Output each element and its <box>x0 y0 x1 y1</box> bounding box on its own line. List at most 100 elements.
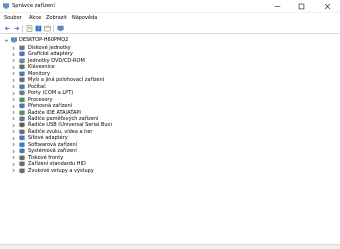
tree-item[interactable]: Monitory <box>0 71 340 77</box>
status-bar <box>0 244 340 249</box>
toolbar-separator <box>22 25 23 32</box>
sound-icon <box>19 129 25 135</box>
tree-item-label: Softwarová zařízení <box>28 141 78 148</box>
chevron-right-icon[interactable] <box>11 162 16 167</box>
tree-item[interactable]: Softwarová zařízení <box>0 142 340 148</box>
printer-icon <box>19 155 25 160</box>
mouse-icon <box>19 78 25 83</box>
tree-item[interactable]: Řadiče USB (Universal Serial Bus) <box>0 122 340 128</box>
tree-item-label: Zařízení standardu HID <box>28 161 86 168</box>
audio-io-icon <box>19 168 25 173</box>
tree-item-label: Přenosná zařízení <box>28 103 72 110</box>
disk-drive-icon <box>19 45 25 51</box>
tree-item-label: Řadiče zvuku, videa a her <box>28 128 93 135</box>
tree-item-label: Síťové adaptéry <box>28 135 68 142</box>
device-manager-icon <box>3 3 9 9</box>
tree-item[interactable]: Grafické adaptéry <box>0 51 340 57</box>
computer-icon <box>19 84 25 89</box>
chevron-right-icon[interactable] <box>11 84 16 89</box>
view-icon <box>43 25 51 32</box>
tree-item[interactable]: Systémová zařízení <box>0 148 340 154</box>
chevron-right-icon[interactable] <box>11 123 16 128</box>
chevron-right-icon[interactable] <box>11 71 16 76</box>
tree-item[interactable]: Jednotky DVD/CD-ROM <box>0 58 340 64</box>
scan-hardware-button[interactable] <box>56 25 64 32</box>
hid-icon <box>19 161 25 167</box>
chevron-right-icon[interactable] <box>11 168 16 173</box>
tree-item-label: Řadiče IDE ATA/ATAPI <box>28 109 81 116</box>
tree-item[interactable]: Řadiče zvuku, videa a her <box>0 129 340 135</box>
chevron-right-icon[interactable] <box>11 129 16 134</box>
chevron-down-icon[interactable] <box>4 38 9 43</box>
properties-button[interactable] <box>25 25 33 32</box>
menu-akce[interactable]: Akce <box>29 15 41 21</box>
tree-item-label: Systémová zařízení <box>28 148 77 155</box>
chevron-right-icon[interactable] <box>11 136 16 141</box>
tree-item-label: Zvukové vstupy a výstupy <box>28 167 94 174</box>
tree-item[interactable]: Klávesnice <box>0 64 340 70</box>
chevron-right-icon[interactable] <box>11 149 16 154</box>
processor-icon <box>19 97 25 102</box>
menu-soubor[interactable]: Soubor <box>4 15 22 21</box>
port-icon <box>19 90 25 96</box>
maximize-icon <box>298 3 304 9</box>
device-tree: DESKTOP-H60PMQ2 Diskové jednotky Grafické… <box>0 35 340 247</box>
forward-button[interactable] <box>12 25 20 32</box>
back-icon <box>4 26 10 31</box>
portable-device-icon <box>19 103 25 109</box>
chevron-right-icon[interactable] <box>11 46 16 51</box>
tree-item-label: Jednotky DVD/CD-ROM <box>28 57 85 64</box>
chevron-right-icon[interactable] <box>11 155 16 160</box>
keyboard-icon <box>19 65 25 70</box>
menu-bar: Soubor Akce Zobrazit Nápověda <box>0 13 340 23</box>
chevron-right-icon[interactable] <box>11 65 16 70</box>
tree-item[interactable]: Řadiče IDE ATA/ATAPI <box>0 110 340 116</box>
monitor-icon <box>56 25 64 32</box>
menu-napoveda[interactable]: Nápověda <box>72 15 97 21</box>
tree-item-label: Počítač <box>28 83 46 90</box>
help-button[interactable]: ? <box>34 25 42 32</box>
chevron-right-icon[interactable] <box>11 116 16 121</box>
chevron-right-icon[interactable] <box>11 78 16 83</box>
svg-text:?: ? <box>37 26 40 32</box>
tree-item-label: Klávesnice <box>28 64 55 71</box>
close-icon <box>324 3 330 9</box>
tree-item[interactable]: Přenosná zařízení <box>0 103 340 109</box>
close-button[interactable] <box>318 0 336 12</box>
tree-item-label: Tiskové fronty <box>28 154 64 161</box>
tree-item-label: Porty (COM a LPT) <box>28 90 74 97</box>
chevron-right-icon[interactable] <box>11 91 16 96</box>
chevron-right-icon[interactable] <box>11 97 16 102</box>
tree-item-label: Procesory <box>28 96 53 103</box>
back-button[interactable] <box>3 25 11 32</box>
forward-icon <box>13 26 19 31</box>
tree-item[interactable]: Počítač <box>0 84 340 90</box>
tree-item[interactable]: Myši a jiná polohovací zařízení <box>0 77 340 83</box>
software-device-icon <box>19 142 25 147</box>
minimize-button[interactable] <box>268 0 286 12</box>
chevron-right-icon[interactable] <box>11 58 16 63</box>
chevron-right-icon[interactable] <box>11 52 16 57</box>
chevron-right-icon[interactable] <box>11 110 16 115</box>
maximize-button[interactable] <box>292 0 310 12</box>
tree-item[interactable]: Síťové adaptéry <box>0 135 340 141</box>
tree-item-label: Řadiče USB (Universal Serial Bus) <box>28 122 113 129</box>
dvd-drive-icon <box>19 58 25 64</box>
view-button[interactable] <box>43 25 51 32</box>
menu-zobrazit[interactable]: Zobrazit <box>46 15 67 21</box>
tree-item[interactable]: Zvukové vstupy a výstupy <box>0 168 340 174</box>
tree-item[interactable]: Procesory <box>0 97 340 103</box>
chevron-right-icon[interactable] <box>11 142 16 147</box>
storage-controller-icon <box>19 116 25 122</box>
window-title: Správce zařízení <box>12 3 55 9</box>
tree-item[interactable]: Tiskové fronty <box>0 155 340 161</box>
ide-controller-icon <box>19 110 25 115</box>
tree-root[interactable]: DESKTOP-H60PMQ2 <box>0 37 340 43</box>
tree-item-label: Myši a jiná polohovací zařízení <box>28 77 105 84</box>
tree-item[interactable]: Porty (COM a LPT) <box>0 90 340 96</box>
tree-root-label: DESKTOP-H60PMQ2 <box>19 37 69 43</box>
tree-item[interactable]: Zařízení standardu HID <box>0 161 340 167</box>
help-icon: ? <box>35 25 41 32</box>
chevron-right-icon[interactable] <box>11 104 16 109</box>
properties-icon <box>26 25 32 32</box>
